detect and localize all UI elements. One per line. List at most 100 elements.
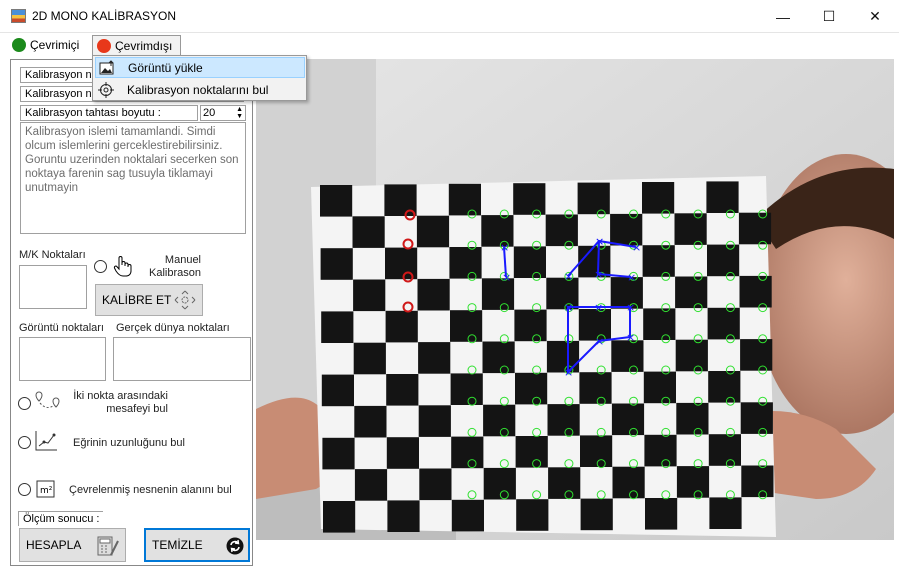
measurement-point-icon: ×: [594, 268, 603, 281]
area-radio[interactable]: [18, 483, 31, 496]
calibration-image[interactable]: ×× ×× ××× ×× × ×××××: [256, 59, 894, 540]
measurement-point-icon: ×: [627, 271, 636, 284]
checker-square: [450, 310, 483, 342]
checker-square: [352, 216, 385, 248]
measurement-point-icon: ×: [502, 271, 511, 284]
checker-square: [675, 276, 708, 309]
offline-status-icon: [97, 38, 111, 53]
menu-bar: Çevrimiçi Çevrimdışı: [0, 33, 899, 56]
checker-square: [644, 434, 677, 467]
camera-image-view[interactable]: × × × × × × × × × × × × × × ×: [256, 59, 894, 540]
measurement-point-icon: ×: [595, 235, 604, 248]
calibrate-button-label: KALİBRE ET: [102, 293, 172, 307]
curve-radio[interactable]: [18, 436, 31, 449]
clear-button[interactable]: TEMİZLE: [144, 528, 250, 562]
clear-button-label: TEMİZLE: [152, 538, 203, 552]
checker-square: [706, 181, 739, 213]
target-icon: [98, 81, 114, 98]
menu-find-points[interactable]: Kalibrasyon noktalarını bul: [95, 79, 305, 100]
checker-square: [516, 499, 549, 531]
checker-square: [451, 436, 484, 469]
checker-square: [611, 403, 645, 436]
move-arrows-icon: [174, 290, 196, 313]
checker-square: [322, 437, 355, 470]
stepper-arrows-icon[interactable]: ▲ ▼: [236, 106, 243, 120]
checker-square: [579, 372, 612, 404]
checker-square: [386, 374, 419, 406]
image-points-box[interactable]: [19, 337, 106, 381]
checker-square: [513, 246, 546, 278]
distance-radio[interactable]: [18, 397, 31, 410]
checker-square: [320, 185, 353, 217]
world-points-box[interactable]: [113, 337, 251, 381]
maximize-button[interactable]: ☐: [806, 0, 852, 33]
checker-square: [353, 342, 386, 375]
board-size-label: Kalibrasyon tahtası boyutu :: [20, 105, 198, 121]
measurement-point-icon: ×: [626, 331, 635, 344]
checker-square: [546, 277, 579, 310]
checker-square: [416, 215, 450, 248]
checker-square: [645, 498, 678, 530]
area-square-icon: m²: [35, 478, 57, 503]
checker-square: [386, 437, 419, 469]
menu-offline[interactable]: Çevrimdışı: [92, 35, 182, 55]
checker-square: [547, 404, 580, 436]
checker-square: [354, 469, 388, 501]
measurement-point-icon: ×: [595, 335, 604, 348]
checker-square: [643, 371, 676, 404]
calibrate-button[interactable]: KALİBRE ET: [95, 284, 203, 316]
checker-square: [611, 340, 644, 372]
minimize-button[interactable]: —: [760, 0, 806, 33]
measurement-point-icon: ×: [632, 241, 641, 254]
checker-square: [321, 311, 354, 343]
menu-load-image-label: Görüntü yükle: [128, 60, 203, 75]
checker-square: [354, 405, 387, 438]
checker-square: [545, 214, 578, 247]
calculator-icon: [96, 535, 120, 560]
info-textarea[interactable]: Kalibrasyon islemi tamamlandi. Simdi olc…: [20, 122, 246, 234]
checker-square: [449, 247, 482, 279]
distance-option-label: İki nokta arasındaki mesafeyi bul: [73, 390, 168, 415]
menu-online[interactable]: Çevrimiçi: [12, 35, 79, 55]
image-upload-icon: [99, 59, 115, 76]
checker-square: [709, 497, 742, 529]
checker-square: [385, 310, 418, 343]
checker-square: [546, 340, 580, 373]
checker-square: [483, 404, 516, 437]
checker-square: [642, 245, 675, 277]
refresh-icon: [226, 537, 244, 558]
checker-square: [321, 374, 354, 407]
measurement-point-icon: ×: [500, 241, 509, 254]
offline-dropdown-menu: Görüntü yükle Kalibrasyon noktalarını bu…: [92, 55, 307, 101]
checker-square: [580, 435, 613, 467]
checker-square: [674, 213, 707, 245]
calculate-button-label: HESAPLA: [26, 538, 82, 552]
hand-cursor-icon: [113, 255, 133, 280]
control-panel: Kalibrasyon nok Kalibrasyon no Kalibrasy…: [10, 59, 253, 566]
checker-square: [320, 248, 353, 280]
close-button[interactable]: ✕: [852, 0, 898, 33]
checker-square: [483, 467, 516, 500]
checker-square: [513, 183, 546, 215]
checker-square: [612, 466, 645, 499]
checker-square: [387, 500, 420, 532]
board-size-value: 20: [203, 107, 216, 119]
manual-calibration-radio[interactable]: [94, 260, 107, 273]
area-option-label: Çevrelenmiş nesnenin alanını bul: [69, 484, 232, 496]
checker-square: [353, 279, 386, 312]
checker-square: [482, 341, 515, 374]
checker-square: [676, 402, 709, 435]
measurement-point-icon: ×: [594, 301, 603, 314]
window-title: 2D MONO KALİBRASYON: [32, 9, 177, 23]
image-points-label: Görüntü noktaları: [19, 322, 104, 334]
board-size-stepper[interactable]: 20 ▲ ▼: [200, 105, 246, 121]
calculate-button[interactable]: HESAPLA: [19, 528, 126, 562]
image-bottom-strip: [256, 540, 894, 567]
mk-points-box[interactable]: [19, 265, 87, 309]
checker-square: [451, 499, 484, 532]
curve-option-label: Eğrinin uzunluğunu bul: [73, 437, 185, 449]
menu-load-image[interactable]: Görüntü yükle: [95, 57, 305, 78]
checker-square: [707, 307, 740, 340]
checker-square: [515, 436, 548, 468]
checker-square: [577, 182, 610, 215]
